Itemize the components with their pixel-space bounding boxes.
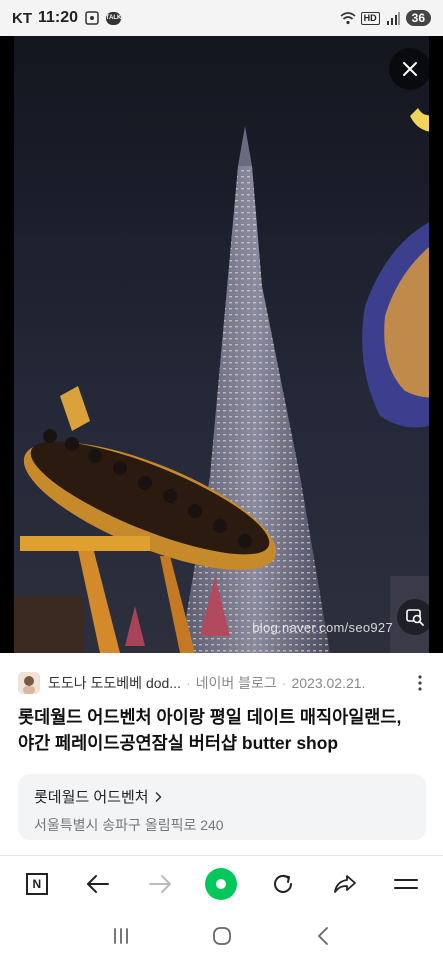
browser-toolbar: N xyxy=(0,855,443,911)
forward-button[interactable] xyxy=(138,862,182,906)
chevron-left-icon xyxy=(317,927,328,945)
share-icon xyxy=(333,874,356,893)
naver-n-icon: N xyxy=(25,872,48,895)
image-search-button[interactable] xyxy=(397,599,433,635)
photo-edge-left xyxy=(0,36,14,653)
image-search-icon xyxy=(406,609,424,626)
back-arrow-icon xyxy=(87,874,110,893)
source-row: 도도나 도도베베 dod... · 네이버 블로그 · 2023.02.21. xyxy=(18,668,428,698)
refresh-icon xyxy=(274,874,293,893)
post-title-link[interactable]: 롯데월드 어드벤처 아이랑 평일 데이트 매직아일랜드, 야간 페레이드공연잠실… xyxy=(18,704,418,756)
green-home-icon xyxy=(205,867,238,900)
menu-button[interactable] xyxy=(384,862,428,906)
blog-name-link[interactable]: 도도나 도도베베 dod... xyxy=(48,673,181,693)
kakaotalk-icon: TALK xyxy=(105,11,122,25)
separator-dot: · xyxy=(281,675,287,691)
post-date: 2023.02.21. xyxy=(291,675,366,691)
back-button[interactable] xyxy=(76,862,120,906)
photo-watermark: blog.naver.com/seo927 xyxy=(252,620,393,635)
photo-edge-right xyxy=(429,36,443,653)
forward-arrow-icon xyxy=(148,874,171,893)
menu-icon xyxy=(394,878,419,889)
more-options-button[interactable] xyxy=(412,672,428,694)
recents-button[interactable] xyxy=(101,916,141,956)
separator-dot: · xyxy=(185,675,191,691)
blog-avatar[interactable] xyxy=(18,672,40,694)
place-name: 롯데월드 어드벤처 xyxy=(34,789,149,806)
photo-viewer[interactable]: blog.naver.com/seo927 xyxy=(0,36,443,653)
system-back-button[interactable] xyxy=(303,916,343,956)
hd-voice-badge: HD xyxy=(360,11,380,25)
carrier-label: KT xyxy=(12,9,32,27)
naver-home-button[interactable]: N xyxy=(15,862,59,906)
wifi-icon xyxy=(340,10,356,26)
home-button[interactable] xyxy=(202,916,242,956)
close-icon xyxy=(403,62,417,76)
chevron-right-icon xyxy=(155,791,162,802)
system-nav-bar xyxy=(0,912,443,960)
home-icon xyxy=(212,927,231,945)
status-bar: KT 11:20 TALK HD 36 xyxy=(0,0,443,36)
green-home-button[interactable] xyxy=(199,862,243,906)
signal-icon xyxy=(385,10,401,26)
share-button[interactable] xyxy=(323,862,367,906)
platform-label: 네이버 블로그 xyxy=(195,675,277,691)
clock: 11:20 xyxy=(38,9,79,26)
battery-indicator: 36 xyxy=(405,10,431,26)
place-address: 서울특별시 송파구 올림픽로 240 xyxy=(34,817,224,833)
place-card[interactable]: 롯데월드 어드벤처 서울특별시 송파구 올림픽로 240 xyxy=(18,774,426,840)
more-vertical-icon xyxy=(418,675,422,691)
recents-icon xyxy=(113,928,128,944)
close-button[interactable] xyxy=(389,48,431,90)
night-tower-photo xyxy=(0,36,443,653)
refresh-button[interactable] xyxy=(261,862,305,906)
kakaotalk-label: TALK xyxy=(105,15,122,21)
screenshot-icon xyxy=(84,10,100,26)
